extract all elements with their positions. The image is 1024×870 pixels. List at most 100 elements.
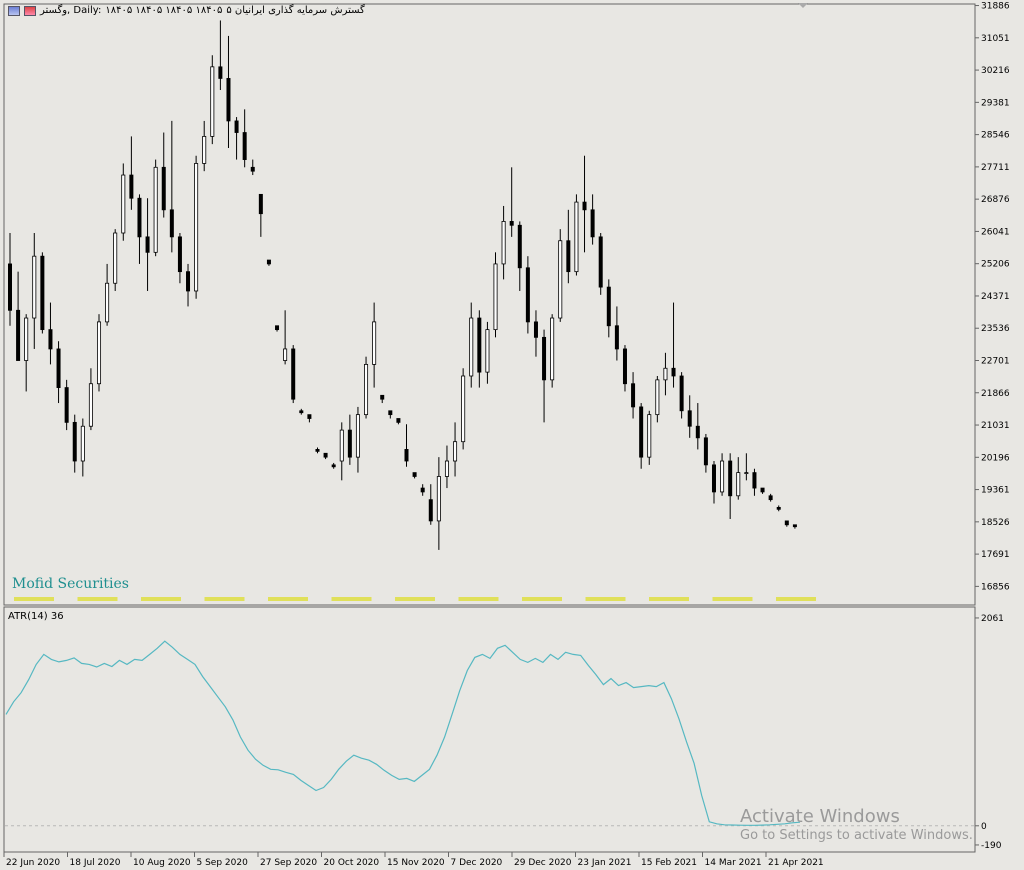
candle-body — [493, 263, 498, 331]
candle-body — [728, 460, 733, 497]
candle-body — [760, 487, 765, 493]
candle — [574, 194, 579, 276]
candle-body — [72, 421, 77, 462]
candle — [80, 418, 85, 477]
candle-body — [720, 460, 725, 493]
candle-body — [606, 286, 611, 327]
candle-body — [792, 524, 797, 528]
candle-body — [420, 487, 425, 493]
symbol-header: وگستر, Daily: ۱۸۴۰۵ ۱۸۴۰۵ ۱۸۴۰۵ ۱۸۴۰۵ گس… — [8, 5, 365, 16]
time-tick-label: 7 Dec 2020 — [451, 858, 503, 868]
price-tick-label: 30216 — [981, 66, 1010, 76]
candle — [380, 394, 385, 404]
candle — [64, 379, 69, 431]
candle-body — [679, 375, 684, 412]
trading-chart[interactable]: 31886 31051 30216 29381 28546 27711 26876 26041… — [0, 0, 1024, 870]
candle — [598, 233, 603, 295]
candle-body — [40, 255, 45, 331]
price-tick-label: 19361 — [981, 486, 1010, 496]
candle — [461, 368, 466, 450]
candle-body — [784, 520, 789, 526]
candle-body — [558, 240, 563, 319]
ticker-marker — [776, 597, 816, 601]
ticker-marker — [649, 597, 689, 601]
time-tick-label: 23 Jan 2021 — [578, 858, 632, 868]
candle — [145, 198, 150, 291]
time-tick-label: 21 Apr 2021 — [768, 858, 824, 868]
candle-body — [48, 329, 53, 350]
price-tick-label: 26041 — [981, 227, 1010, 237]
candle-body — [711, 464, 716, 493]
candle-body — [226, 78, 231, 122]
candle — [606, 279, 611, 338]
candle — [736, 457, 741, 500]
candle — [129, 136, 134, 210]
candle-body — [372, 321, 377, 365]
price-tick-label: 21866 — [981, 389, 1010, 399]
candle-body — [388, 410, 393, 416]
candle — [428, 484, 433, 525]
candle — [566, 209, 571, 284]
candle — [768, 493, 773, 502]
candle — [388, 410, 393, 419]
candle — [161, 132, 166, 218]
candle — [744, 453, 749, 481]
scroll-shift-icon[interactable] — [798, 3, 808, 8]
candle-body — [291, 348, 296, 400]
candle-body — [113, 232, 118, 284]
ohlc-values: ۱۸۴۰۵ ۱۸۴۰۵ ۱۸۴۰۵ ۱۸۴۰۵ — [105, 5, 223, 16]
candle — [72, 414, 77, 473]
candle — [582, 155, 587, 253]
candle — [234, 117, 239, 160]
candle — [323, 452, 328, 460]
ticker-marker — [14, 597, 54, 601]
candle — [687, 395, 692, 438]
terminal-icon[interactable] — [24, 5, 36, 16]
candle-body — [631, 383, 636, 408]
candle — [372, 302, 377, 388]
candle-body — [105, 282, 110, 323]
ticker-marker — [204, 597, 245, 601]
atr-tick-label: 0 — [981, 822, 987, 832]
candle — [711, 461, 716, 504]
time-tick-label: 14 Mar 2021 — [705, 858, 762, 868]
candle-body — [525, 267, 530, 323]
candle — [177, 233, 182, 284]
ticker-marker — [458, 597, 499, 601]
candle — [291, 345, 296, 404]
candle — [16, 271, 21, 361]
atr-line — [5, 640, 801, 826]
candle — [760, 487, 765, 494]
candle — [671, 302, 676, 388]
atr-tick-label: -190 — [981, 841, 1002, 851]
candle-body — [404, 449, 409, 462]
time-tick-label: 15 Nov 2020 — [387, 858, 445, 868]
candle — [283, 310, 288, 365]
candle-body — [428, 499, 433, 522]
candle — [40, 252, 45, 334]
ticker-marker — [712, 597, 753, 601]
candle — [121, 163, 126, 241]
candle — [703, 433, 708, 473]
candle — [784, 520, 789, 527]
candle — [194, 155, 199, 299]
candle-body — [364, 363, 369, 416]
candle-body — [194, 163, 199, 292]
candle-body — [517, 224, 522, 269]
candle — [113, 229, 118, 291]
candle-body — [210, 66, 215, 137]
candle — [88, 368, 93, 431]
price-tick-label: 29381 — [981, 98, 1010, 108]
candle — [404, 424, 409, 467]
candle — [355, 406, 360, 473]
candle-body — [533, 321, 538, 338]
candle-body — [137, 197, 142, 238]
candle-body — [461, 375, 466, 443]
price-tick-label: 31051 — [981, 34, 1010, 44]
candle — [275, 325, 280, 332]
candle-body — [258, 193, 263, 215]
atr-indicator-label: ATR(14) 36 — [8, 611, 64, 622]
candle — [169, 120, 174, 253]
candle-body — [355, 414, 360, 458]
chart-window-icon[interactable] — [8, 5, 20, 16]
